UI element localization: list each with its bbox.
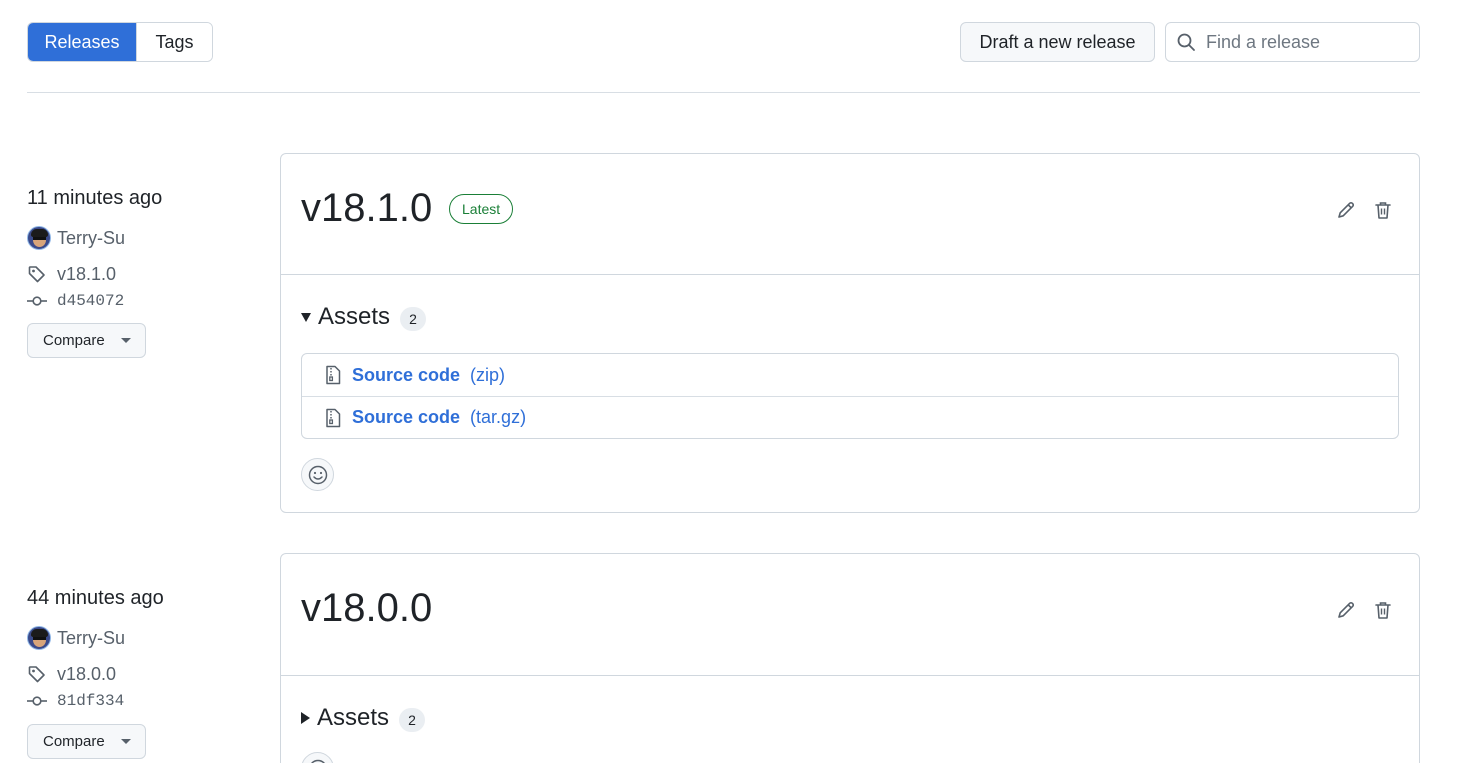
pencil-icon[interactable] — [1335, 199, 1357, 221]
release-search — [1165, 22, 1420, 62]
search-icon — [1177, 33, 1195, 51]
latest-badge: Latest — [449, 194, 514, 224]
release-tag[interactable]: v18.0.0 — [27, 662, 116, 686]
compare-label: Compare — [43, 332, 105, 349]
release-time: 44 minutes ago — [27, 587, 164, 609]
smiley-icon — [310, 759, 325, 763]
releases-tags-switch: Releases Tags — [27, 22, 213, 62]
triangle-right-icon — [301, 712, 310, 724]
release-title[interactable]: v18.1.0 — [301, 186, 432, 231]
tab-tags[interactable]: Tags — [136, 23, 212, 61]
commit-sha: 81df334 — [57, 692, 125, 710]
list-item: Source code (tar.gz) — [302, 396, 1398, 438]
release-author[interactable]: Terry-Su — [27, 625, 125, 651]
release-title[interactable]: v18.0.0 — [301, 586, 432, 631]
tag-icon — [28, 266, 45, 283]
tag-label: v18.1.0 — [57, 263, 117, 284]
compare-button[interactable]: Compare — [27, 323, 146, 358]
release-entry: 11 minutes ago Terry-Su v18.1.0 d454072 … — [27, 153, 1420, 513]
asset-link[interactable]: Source code — [352, 407, 460, 428]
tab-releases[interactable]: Releases — [28, 23, 136, 61]
author-name: Terry-Su — [57, 627, 126, 648]
tag-label: v18.0.0 — [57, 663, 117, 684]
release-tag[interactable]: v18.1.0 — [27, 262, 116, 286]
trash-icon[interactable] — [1372, 599, 1394, 621]
compare-label: Compare — [43, 733, 105, 750]
header-divider — [27, 92, 1420, 93]
asset-list: Source code (zip) Source code (tar.gz) — [301, 353, 1399, 439]
release-header: v18.0.0 — [281, 554, 1419, 676]
file-zip-icon — [326, 408, 341, 427]
avatar — [27, 226, 51, 250]
release-entry: 44 minutes ago Terry-Su v18.0.0 81df334 … — [27, 553, 1420, 763]
file-zip-icon — [326, 365, 341, 385]
trash-icon[interactable] — [1372, 199, 1394, 221]
assets-label: Assets — [318, 303, 391, 330]
asset-extension: (tar.gz) — [470, 407, 527, 427]
release-author[interactable]: Terry-Su — [27, 225, 125, 251]
asset-extension: (zip) — [470, 364, 506, 385]
commit-icon — [27, 696, 47, 706]
smiley-icon — [308, 465, 327, 484]
author-name: Terry-Su — [57, 227, 126, 248]
releases-toolbar: Releases Tags Draft a new release — [27, 22, 1420, 62]
release-header: v18.1.0 Latest — [281, 154, 1419, 275]
commit-icon — [27, 296, 47, 306]
assets-count: 2 — [400, 307, 427, 331]
chevron-down-icon — [120, 739, 131, 744]
assets-toggle[interactable]: Assets 2 — [301, 299, 427, 335]
triangle-down-icon — [301, 312, 311, 322]
chevron-down-icon — [120, 338, 131, 343]
list-item: Source code (zip) — [302, 354, 1398, 396]
avatar — [27, 626, 51, 650]
assets-count: 2 — [399, 708, 426, 732]
release-card: v18.0.0 Assets 2 — [280, 553, 1420, 763]
tag-icon — [28, 666, 45, 683]
assets-toggle[interactable]: Assets 2 — [301, 700, 426, 736]
compare-button[interactable]: Compare — [27, 724, 146, 759]
release-commit[interactable]: d454072 — [27, 290, 124, 312]
draft-release-button[interactable]: Draft a new release — [960, 22, 1155, 62]
pencil-icon[interactable] — [1335, 599, 1357, 621]
release-commit[interactable]: 81df334 — [27, 690, 124, 712]
add-reaction-button[interactable] — [301, 752, 334, 763]
add-reaction-button[interactable] — [301, 458, 334, 491]
release-card: v18.1.0 Latest Assets 2 Source code (zip… — [280, 153, 1420, 513]
assets-label: Assets — [317, 704, 390, 731]
asset-link[interactable]: Source code — [352, 365, 460, 386]
release-time: 11 minutes ago — [27, 187, 163, 209]
search-input[interactable] — [1206, 31, 1406, 53]
commit-sha: d454072 — [57, 292, 125, 310]
